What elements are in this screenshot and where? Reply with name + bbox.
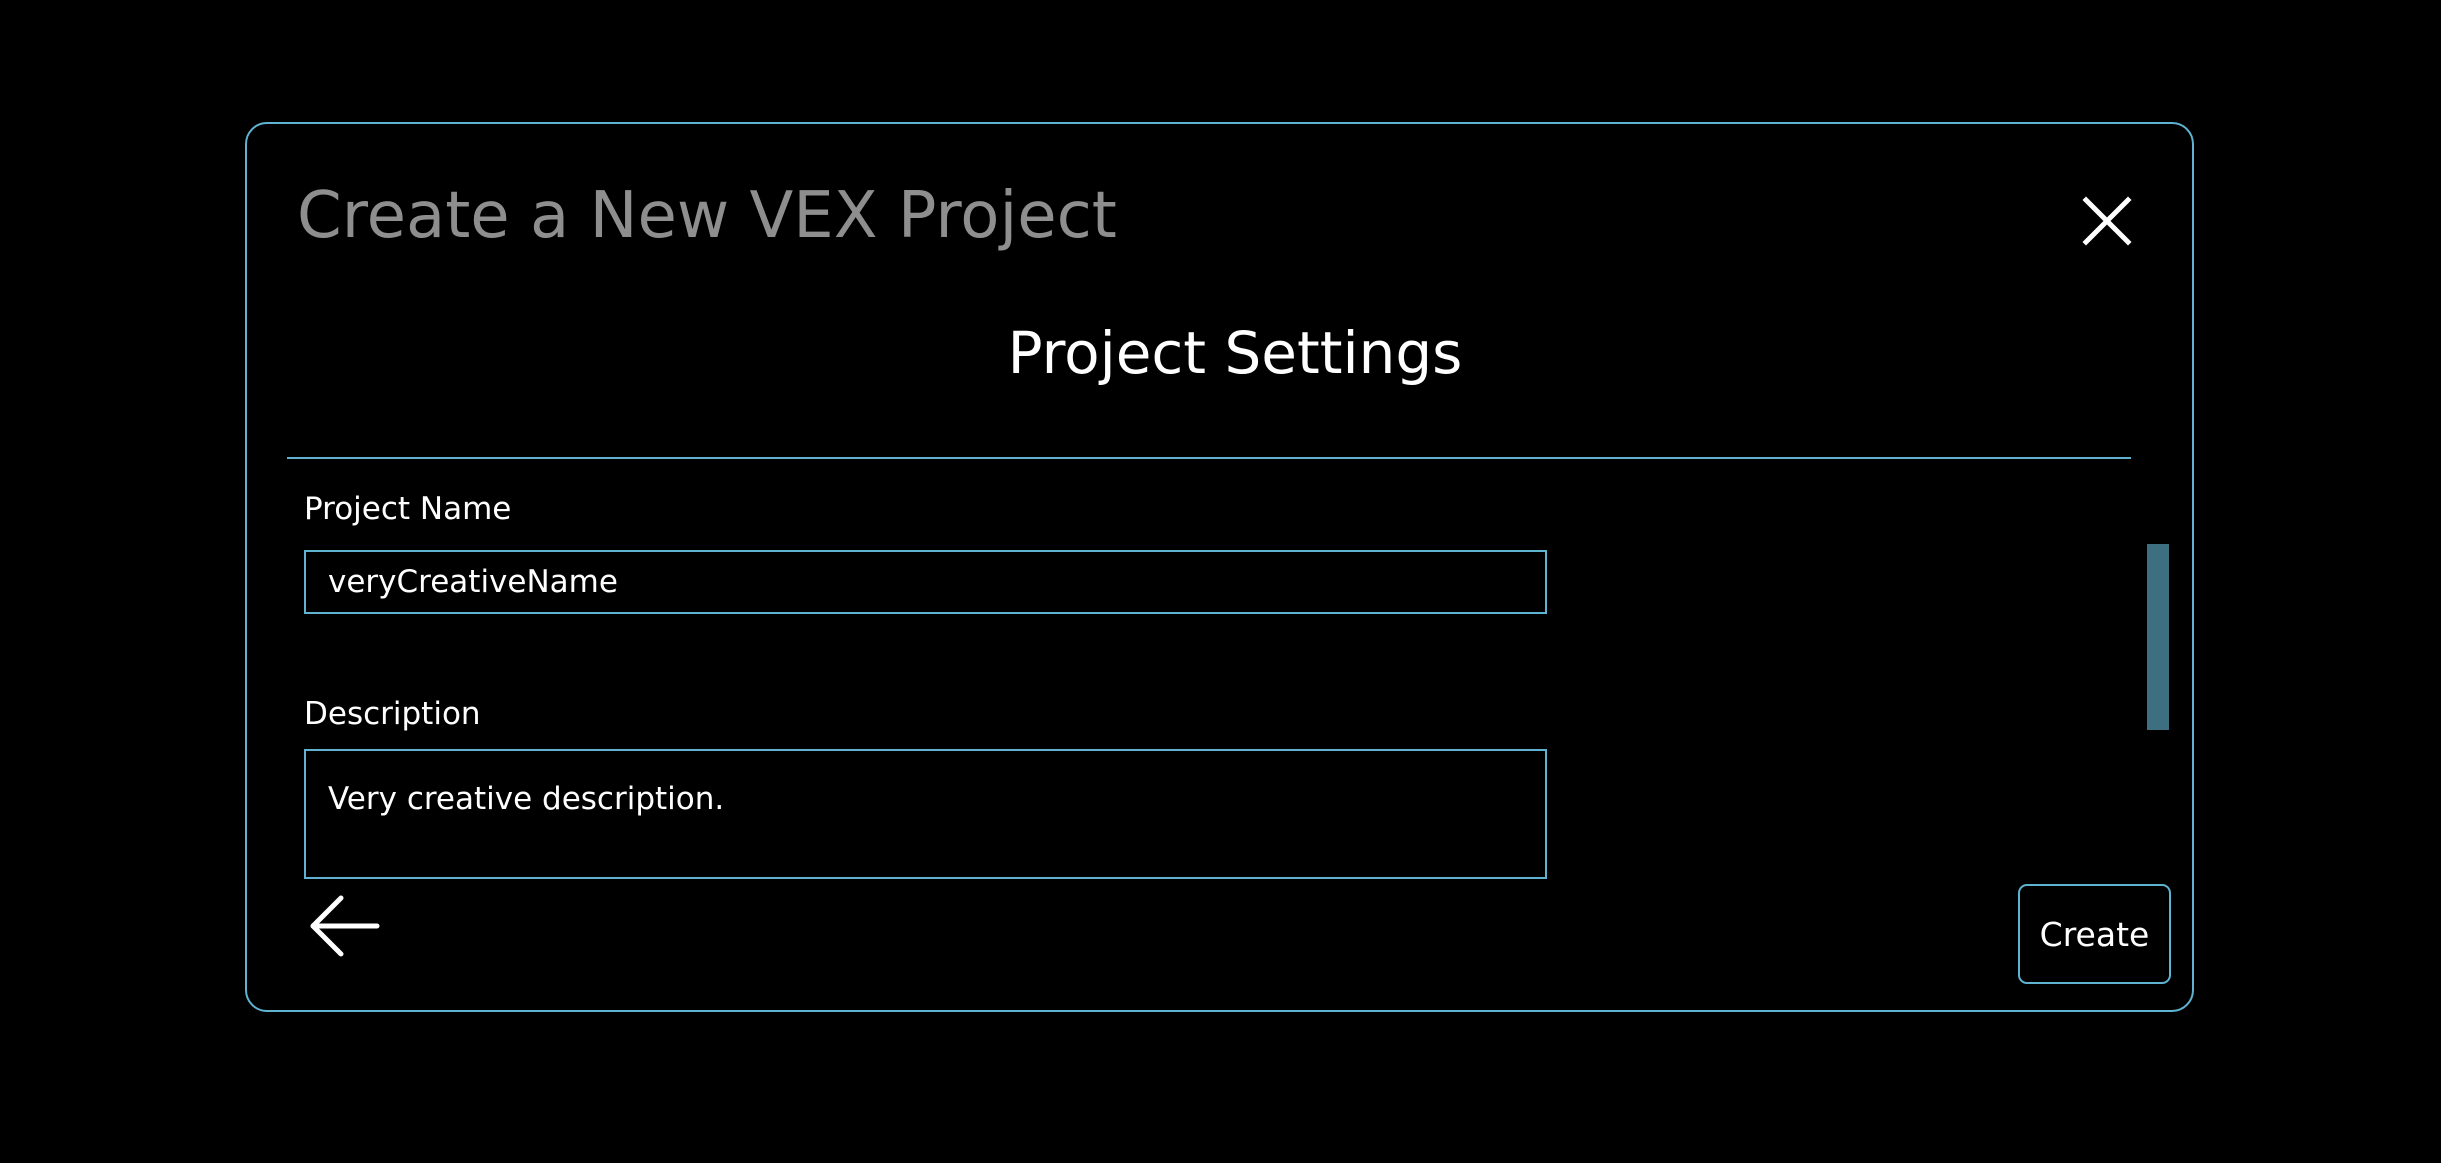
settings-scroll-area[interactable]: Project Name Description Very creative d… — [247, 459, 2192, 980]
description-label: Description — [304, 696, 481, 732]
create-button[interactable]: Create — [2018, 884, 2171, 984]
project-name-input[interactable] — [304, 550, 1547, 614]
arrow-left-icon — [310, 895, 380, 957]
section-title: Project Settings — [1007, 319, 1463, 387]
description-input[interactable]: Very creative description. — [304, 749, 1547, 879]
close-icon — [2082, 196, 2132, 246]
project-name-label: Project Name — [304, 491, 512, 527]
back-button[interactable] — [307, 894, 382, 959]
dialog-title: Create a New VEX Project — [297, 179, 1117, 253]
scrollbar-thumb[interactable] — [2147, 544, 2169, 730]
close-button[interactable] — [2072, 186, 2142, 256]
screen: Create a New VEX Project Project Setting… — [0, 0, 2441, 1163]
new-project-dialog: Create a New VEX Project Project Setting… — [245, 122, 2194, 1012]
